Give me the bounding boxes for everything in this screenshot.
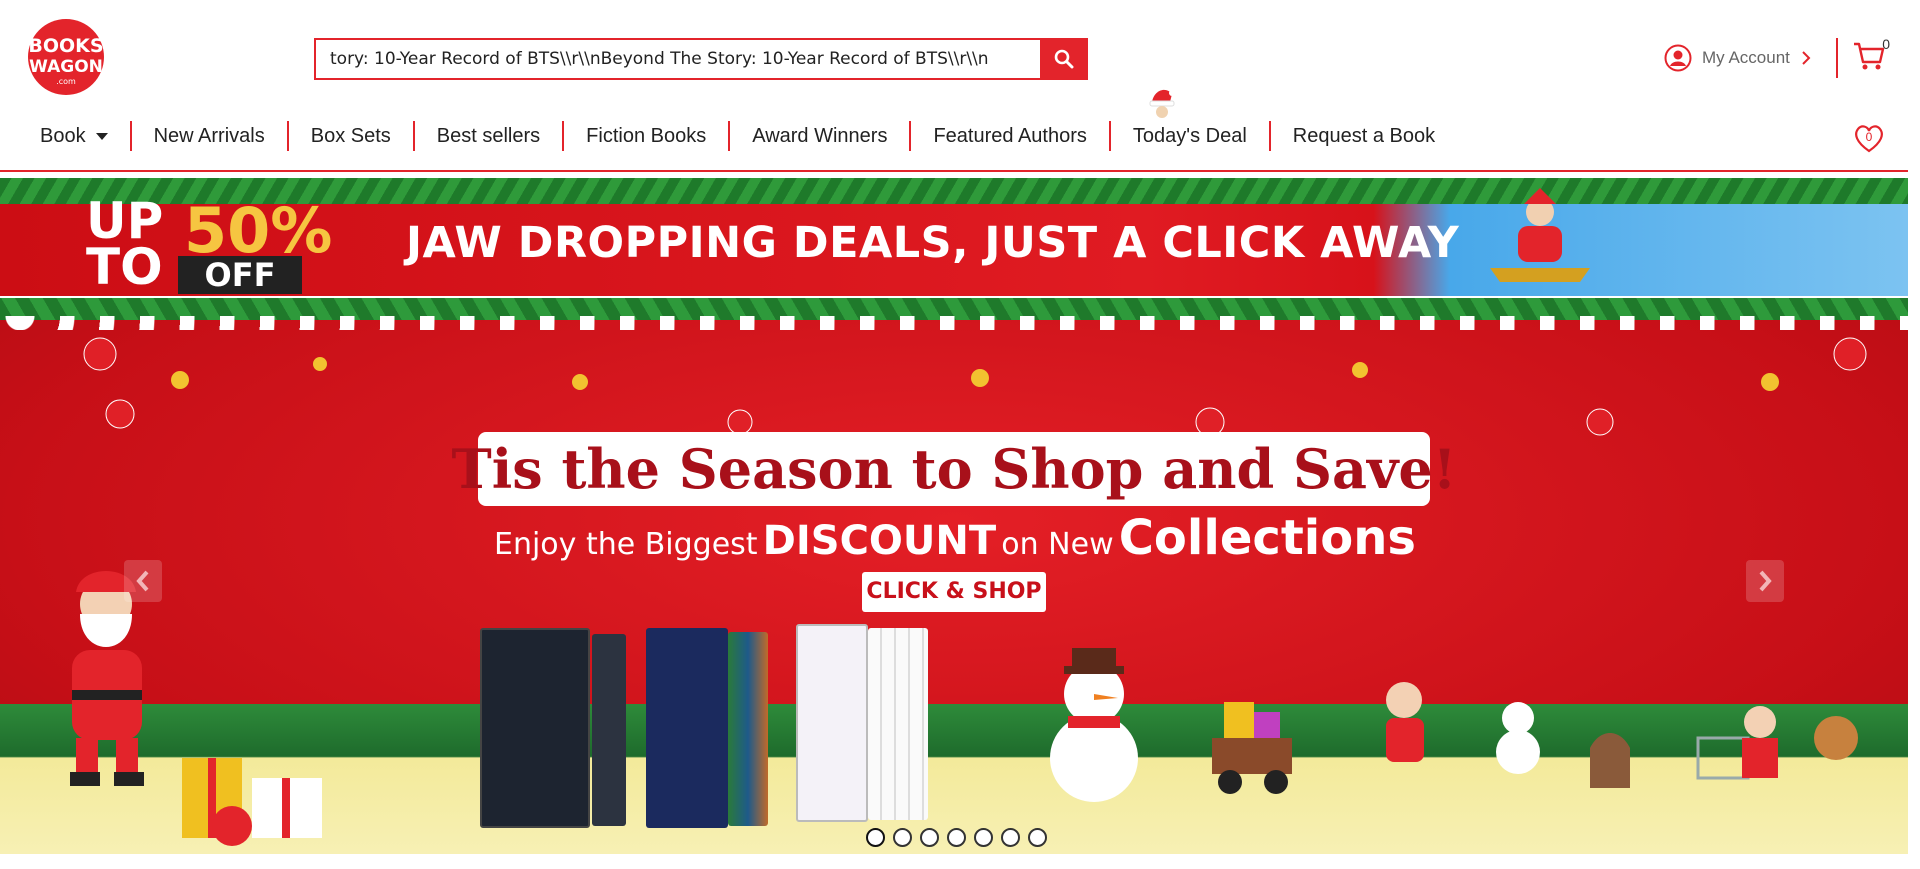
- gift-boxes-illustration: [182, 758, 322, 846]
- hero-carousel[interactable]: Tis the Season to Shop and Save! Enjoy t…: [0, 298, 1908, 854]
- santa-hat-icon: [1149, 89, 1175, 118]
- chevron-right-icon: [1802, 51, 1811, 65]
- chevron-right-icon: [1759, 570, 1772, 592]
- nav-item-box-sets[interactable]: Box Sets: [286, 121, 413, 151]
- promo-headline: JAW DROPPING DEALS, JUST A CLICK AWAY: [406, 218, 1460, 268]
- my-account-label: My Account: [1702, 48, 1790, 67]
- carousel-dot[interactable]: [947, 828, 966, 847]
- book-cover-caraval: [480, 628, 590, 828]
- search-input[interactable]: [314, 38, 1040, 80]
- book-cover-gita-vedanta-spines: [868, 628, 928, 820]
- chevron-left-icon: [136, 570, 149, 592]
- santa-sleigh-illustration: [1490, 188, 1590, 282]
- hero-sub-text: Enjoy the Biggest: [494, 527, 758, 562]
- search-bar: [314, 38, 1088, 80]
- site-header: BOOKS WAGON .com My Account 0: [0, 0, 1908, 172]
- svg-text:BOOKS: BOOKS: [28, 35, 103, 57]
- hero-sub-discount: DISCOUNT: [762, 518, 997, 564]
- click-and-shop-button[interactable]: CLICK & SHOP: [862, 572, 1046, 612]
- promo-banner[interactable]: UP TO 50% OFF JAW DROPPING DEALS, JUST A…: [0, 178, 1908, 296]
- nav-item-award-winners[interactable]: Award Winners: [728, 121, 909, 151]
- nav-item-new-arrivals[interactable]: New Arrivals: [129, 121, 287, 151]
- bookswagon-logo[interactable]: BOOKS WAGON .com: [20, 18, 112, 96]
- carousel-next-button[interactable]: [1746, 560, 1784, 602]
- ornaments-decoration: [83, 337, 1867, 437]
- svg-text:.com: .com: [56, 77, 76, 86]
- book-cover-harry-potter: [646, 628, 728, 828]
- carousel-prev-button[interactable]: [124, 560, 162, 602]
- promo-off: OFF: [178, 256, 302, 294]
- nav-item-todays-deal[interactable]: Today's Deal: [1108, 121, 1269, 151]
- hero-sub-collections: Collections: [1118, 510, 1416, 566]
- hero-title-box: Tis the Season to Shop and Save!: [452, 432, 1456, 506]
- hero-sub-text: on New: [1001, 527, 1114, 562]
- nav-item-fiction-books[interactable]: Fiction Books: [562, 121, 728, 151]
- cart-button[interactable]: 0: [1852, 36, 1892, 76]
- caret-down-icon: [95, 133, 108, 141]
- nav-label: Book: [40, 125, 86, 147]
- carousel-indicators: [866, 828, 1047, 847]
- hero-subtitle: Enjoy the Biggest DISCOUNT on New Collec…: [494, 510, 1416, 566]
- characters-illustration: [1496, 702, 1858, 788]
- my-account-link[interactable]: My Account: [1664, 44, 1812, 72]
- book-cover-gita-vedanta: [796, 624, 868, 822]
- cart-icon: [1854, 42, 1885, 70]
- wishlist-count: 0: [1865, 130, 1873, 144]
- svg-text:WAGON: WAGON: [29, 57, 103, 77]
- user-icon: [1664, 44, 1692, 72]
- carousel-dot[interactable]: [893, 828, 912, 847]
- carousel-dot[interactable]: [974, 828, 993, 847]
- carousel-dot[interactable]: [1028, 828, 1047, 847]
- carousel-dot[interactable]: [920, 828, 939, 847]
- nav-item-request-a-book[interactable]: Request a Book: [1268, 121, 1457, 151]
- header-divider: [1836, 38, 1838, 78]
- main-nav: Book New Arrivals Box Sets Best sellers …: [24, 116, 1457, 156]
- book-cover-harry-potter-spines: [728, 632, 768, 826]
- wishlist-button[interactable]: 0: [1852, 122, 1886, 154]
- book-cover-caraval-spine: [592, 634, 626, 826]
- carousel-dot[interactable]: [866, 828, 885, 847]
- nav-item-featured-authors[interactable]: Featured Authors: [909, 121, 1108, 151]
- elf-wagon-illustration: [1212, 682, 1424, 794]
- promo-to-text: TO: [86, 238, 163, 296]
- search-button[interactable]: [1040, 38, 1088, 80]
- nav-item-book[interactable]: Book: [24, 121, 130, 151]
- promo-up-to: UP TO: [86, 196, 163, 296]
- search-icon: [1054, 49, 1074, 69]
- hero-title: Tis the Season to Shop and Save!: [451, 437, 1457, 501]
- carousel-dot[interactable]: [1001, 828, 1020, 847]
- snowman-illustration: [1050, 648, 1138, 802]
- nav-item-best-sellers[interactable]: Best sellers: [412, 121, 562, 151]
- cart-count: 0: [1882, 36, 1890, 52]
